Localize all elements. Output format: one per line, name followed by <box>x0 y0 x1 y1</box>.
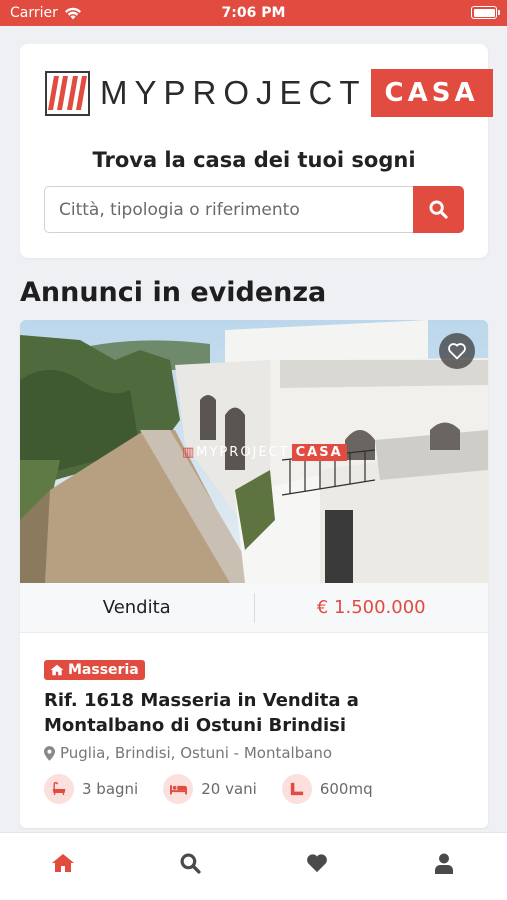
watermark-badge: CASA <box>291 444 347 461</box>
rooms-label: 20 vani <box>201 780 257 798</box>
listing-location: Puglia, Brindisi, Ostuni - Montalbano <box>44 744 464 762</box>
logo-badge: CASA <box>370 69 493 117</box>
price-row: Vendita € 1.500.000 <box>20 583 488 633</box>
favorite-button[interactable] <box>439 333 475 369</box>
type-label: Masseria <box>68 662 139 678</box>
search-bar <box>44 186 464 233</box>
price-value: € 1.500.000 <box>316 597 426 618</box>
search-input[interactable] <box>44 186 413 233</box>
tab-bar <box>0 832 507 900</box>
heart-outline-icon <box>448 343 466 360</box>
bath-icon <box>44 774 74 804</box>
brand-logo[interactable]: MYPROJECT CASA <box>45 69 493 117</box>
watermark-mark-icon: ▥ <box>182 445 195 460</box>
tab-favorites[interactable] <box>297 853 337 873</box>
search-button[interactable] <box>413 186 464 233</box>
tab-search[interactable] <box>170 853 210 874</box>
listing-card[interactable]: ▥ MYPROJECT CASA Vendita € 1.500.000 Mas… <box>20 320 488 828</box>
battery-icon <box>471 6 500 19</box>
ruler-icon <box>281 774 312 804</box>
logo-mark-icon <box>45 70 90 116</box>
area-label: 600mq <box>319 780 373 798</box>
feature-rooms: 20 vani <box>163 774 257 804</box>
baths-label: 3 bagni <box>82 780 139 798</box>
hero-tagline: Trova la casa dei tuoi sogni <box>92 148 416 172</box>
carrier-label: Carrier <box>10 5 58 21</box>
contract-type: Vendita <box>102 597 171 618</box>
section-title: Annunci in evidenza <box>20 277 327 308</box>
location-text: Puglia, Brindisi, Ostuni - Montalbano <box>60 744 333 762</box>
user-icon <box>434 853 453 874</box>
header-card: MYPROJECT CASA Trova la casa dei tuoi so… <box>20 44 493 258</box>
type-badge: Masseria <box>44 660 145 680</box>
home-icon <box>50 664 64 676</box>
feature-area: 600mq <box>281 774 373 804</box>
watermark-text: MYPROJECT <box>196 445 290 460</box>
home-icon <box>52 854 75 872</box>
listing-details: Masseria Rif. 1618 Masseria in Vendita a… <box>20 633 488 804</box>
bed-icon <box>163 774 194 804</box>
status-bar: Carrier 7:06 PM <box>0 0 507 26</box>
listing-title[interactable]: Rif. 1618 Masseria in Vendita a Montalba… <box>44 688 464 738</box>
logo-text: MYPROJECT <box>100 74 367 111</box>
listing-photo[interactable]: ▥ MYPROJECT CASA <box>20 320 488 583</box>
photo-watermark: ▥ MYPROJECT CASA <box>182 444 347 461</box>
heart-icon <box>306 854 327 873</box>
search-icon <box>429 200 448 219</box>
feature-baths: 3 bagni <box>44 774 138 804</box>
tab-profile[interactable] <box>424 853 464 874</box>
search-icon <box>180 853 201 874</box>
map-pin-icon <box>44 745 55 761</box>
feature-list: 3 bagni 20 vani 600mq <box>44 774 464 804</box>
wifi-icon <box>64 7 81 19</box>
tab-home[interactable] <box>43 853 83 873</box>
